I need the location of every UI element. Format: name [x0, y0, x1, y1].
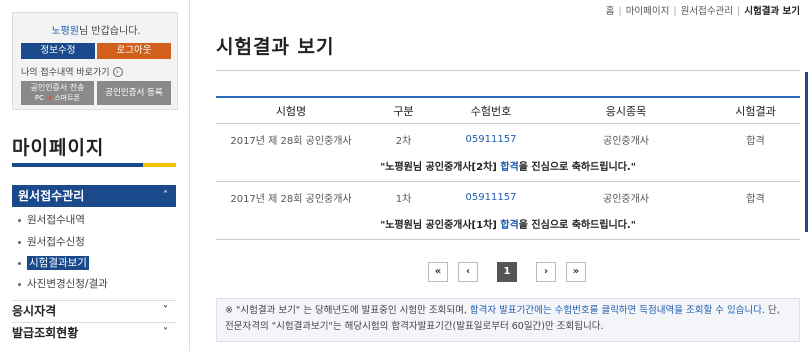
submenu-label: 사진변경신청/결과	[27, 278, 108, 290]
submenu-label: 원서접수신청	[27, 236, 85, 248]
title-underline	[12, 163, 176, 167]
cert-send-button[interactable]: 공인인증서 전송 PC ➔ 스마트폰	[21, 81, 94, 105]
page-1-button[interactable]: 1	[497, 262, 517, 282]
first-page-button[interactable]: «	[428, 262, 448, 282]
menu-qualification[interactable]: 응시자격 ˅	[12, 300, 176, 320]
cert-register-button[interactable]: 공인인증서 등록	[97, 81, 171, 105]
congrats-message: "노평원님 공인중개사[2차] 합격을 진심으로 축하드립니다."	[216, 154, 800, 182]
chevron-up-icon: ˄	[163, 190, 168, 201]
menu-application-management[interactable]: 원서접수관리 ˄	[12, 185, 176, 207]
exam-number-link[interactable]: 05911157	[441, 182, 541, 212]
table-header: 시험명 구분 수험번호 응시종목 시험결과	[216, 96, 800, 124]
pass-link[interactable]: 합격	[500, 162, 518, 173]
table-row: 2017년 제 28회 공인중개사 1차 05911157 공인중개사 합격	[216, 182, 800, 212]
application-history-shortcut[interactable]: 나의 접수내역 바로가기 ›	[21, 65, 123, 78]
bullet-icon	[18, 261, 21, 265]
exam-number-link[interactable]: 05911157	[441, 124, 541, 154]
submenu-exam-results[interactable]: 시험결과보기	[18, 255, 178, 270]
sidebar: 노평원님 반갑습니다. 정보수정 로그아웃 나의 접수내역 바로가기 › 공인인…	[0, 0, 190, 351]
prev-page-button[interactable]: ‹	[458, 262, 478, 282]
smartphone-label: 스마트폰	[54, 94, 81, 102]
cell-round: 1차	[395, 193, 412, 205]
congrats-text: "노평원님 공인중개사[1차]	[380, 220, 501, 231]
chevron-down-icon: ˅	[163, 305, 168, 316]
breadcrumb: 홈 | 마이페이지 | 원서접수관리 | 시험결과 보기	[605, 6, 800, 17]
cert-send-label: 공인인증서 전송	[30, 83, 85, 92]
shortcut-label: 나의 접수내역 바로가기	[21, 68, 110, 78]
chevron-down-icon: ˅	[163, 327, 168, 338]
cell-result: 합격	[746, 193, 765, 205]
user-name: 노평원	[51, 26, 80, 37]
bullet-icon	[18, 218, 21, 222]
breadcrumb-current: 시험결과 보기	[744, 6, 800, 17]
pass-link[interactable]: 합격	[500, 220, 518, 231]
welcome-suffix: 님 반갑습니다.	[79, 26, 141, 37]
submenu-label: 원서접수내역	[27, 214, 85, 226]
submenu-application-history[interactable]: 원서접수내역	[18, 212, 178, 227]
header-subject: 응시종목	[605, 104, 647, 118]
cell-round: 2차	[395, 135, 412, 147]
logout-button[interactable]: 로그아웃	[97, 43, 171, 59]
submenu-application-request[interactable]: 원서접수신청	[18, 234, 178, 249]
arrow-icon: ➔	[46, 94, 53, 102]
notice-text: ※ "시험결과 보기" 는 당해년도에 발표중인 시험만 조회되며,	[225, 305, 470, 316]
edit-info-button[interactable]: 정보수정	[21, 43, 95, 59]
breadcrumb-home[interactable]: 홈	[606, 6, 615, 17]
page-title: 시험결과 보기	[216, 36, 335, 58]
arrow-right-icon: ›	[112, 66, 123, 77]
results-table: 시험명 구분 수험번호 응시종목 시험결과 2017년 제 28회 공인중개사 …	[216, 96, 800, 240]
login-box: 노평원님 반갑습니다. 정보수정 로그아웃 나의 접수내역 바로가기 › 공인인…	[12, 12, 178, 110]
cell-exam-name: 2017년 제 28회 공인중개사	[230, 135, 352, 147]
submenu-label: 시험결과보기	[27, 256, 89, 270]
menu-issuance-status[interactable]: 발급조회현황 ˅	[12, 322, 176, 342]
cell-subject: 공인중개사	[603, 193, 649, 205]
notice-highlight: 합격자 발표기간에는 수험번호를 클릭하면 득점내역을 조회할 수 있습니다.	[469, 305, 766, 316]
table-row: 2017년 제 28회 공인중개사 2차 05911157 공인중개사 합격	[216, 124, 800, 154]
cell-subject: 공인중개사	[603, 135, 649, 147]
welcome-message: 노평원님 반갑습니다.	[13, 22, 179, 37]
menu-label: 발급조회현황	[12, 326, 79, 340]
header-exam-number: 수험번호	[470, 104, 512, 118]
breadcrumb-application[interactable]: 원서접수관리	[681, 6, 733, 17]
bullet-icon	[18, 282, 21, 286]
submenu-photo-change[interactable]: 사진변경신청/결과	[18, 276, 178, 291]
cell-result: 합격	[746, 135, 765, 147]
notice-box: ※ "시험결과 보기" 는 당해년도에 발표중인 시험만 조회되며, 합격자 발…	[216, 298, 800, 342]
cert-send-sub: PC ➔ 스마트폰	[21, 93, 94, 104]
title-divider	[216, 70, 800, 71]
last-page-button[interactable]: »	[566, 262, 586, 282]
menu-label: 원서접수관리	[18, 189, 85, 203]
cell-exam-name: 2017년 제 28회 공인중개사	[230, 193, 352, 205]
header-exam-name: 시험명	[275, 104, 307, 118]
bullet-icon	[18, 240, 21, 244]
header-result: 시험결과	[735, 104, 776, 118]
header-round: 구분	[393, 104, 414, 118]
sidebar-title: 마이페이지	[12, 137, 105, 159]
congrats-text: "노평원님 공인중개사[2차]	[380, 162, 501, 173]
breadcrumb-mypage[interactable]: 마이페이지	[626, 6, 670, 17]
congrats-text: 을 진심으로 축하드립니다."	[518, 220, 636, 231]
next-page-button[interactable]: ›	[536, 262, 556, 282]
congrats-text: 을 진심으로 축하드립니다."	[518, 162, 636, 173]
pc-label: PC	[34, 94, 44, 102]
menu-label: 응시자격	[12, 304, 57, 318]
congrats-message: "노평원님 공인중개사[1차] 합격을 진심으로 축하드립니다."	[216, 212, 800, 240]
